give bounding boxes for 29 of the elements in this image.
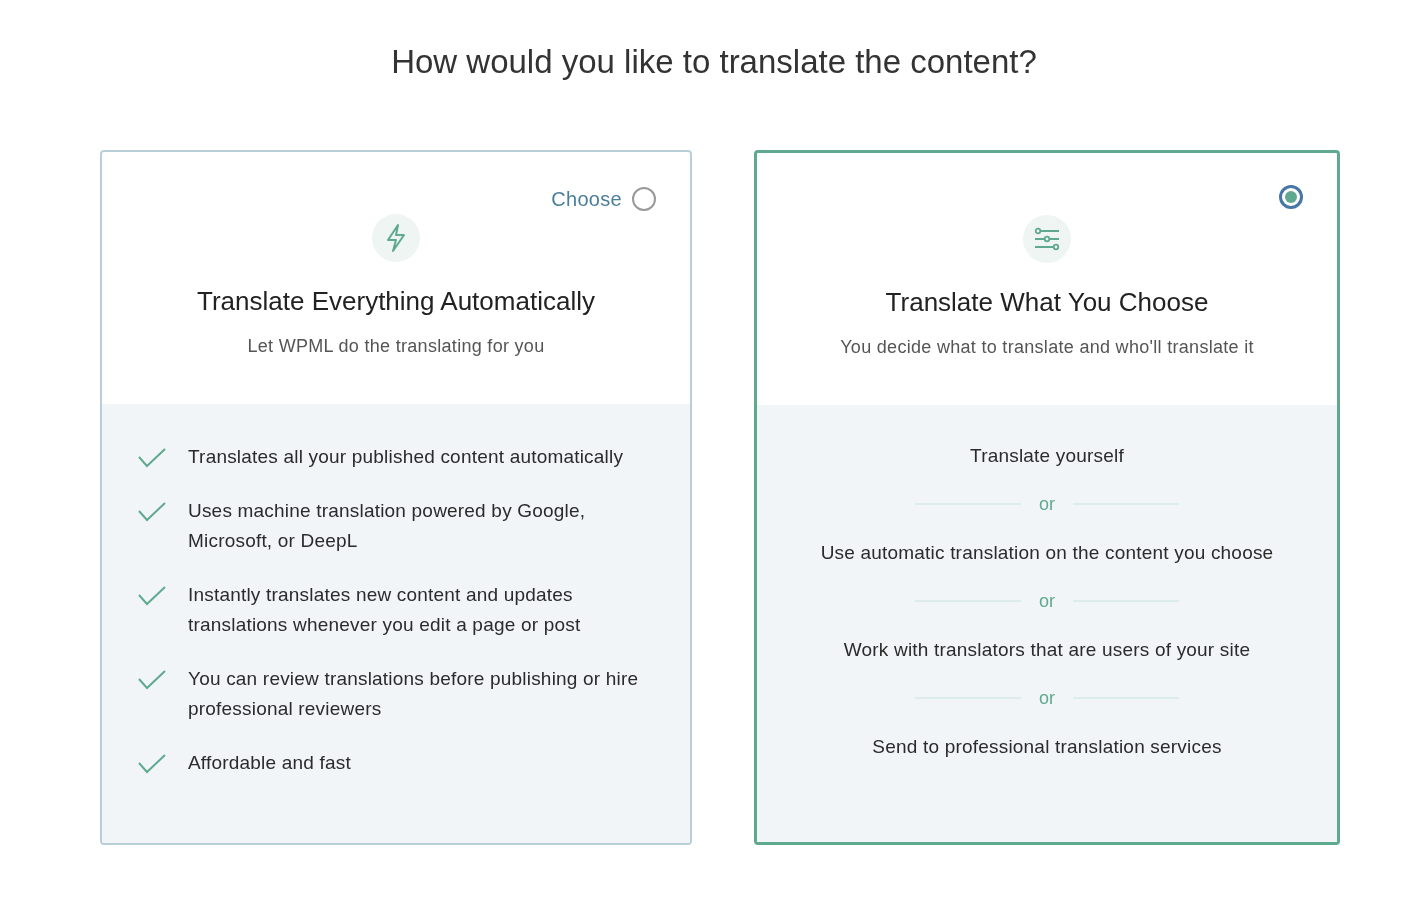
option-title: Translate What You Choose [885,285,1209,319]
check-icon [138,447,166,468]
option-title: Translate Everything Automatically [197,284,595,318]
method-text: Use automatic translation on the content you choose [820,540,1274,565]
radio-button[interactable] [632,186,656,211]
choose-label[interactable]: Choose [551,183,622,214]
check-icon [138,753,166,774]
feature-text: Uses machine translation powered by Google, Microsoft, or DeepL [188,498,587,553]
option-card[interactable] [754,149,1340,845]
option-subtitle: Let WPML do the translating for you [247,334,545,358]
or-separator: or [1039,589,1055,613]
method-text: Translate yourself [970,443,1124,468]
method-text: Work with translators that are users of your site [843,637,1251,662]
feature-text: You can review translations before publishing or hire professional reviewers [188,666,640,721]
feature-text: Affordable and fast [188,750,351,775]
option-card[interactable] [100,149,692,845]
radio-button[interactable] [1279,184,1303,209]
check-icon [138,585,166,606]
feature-text: Instantly translates new content and updates translations whenever you edit a page or post [188,582,582,637]
or-separator: or [1039,686,1055,710]
page-heading: How would you like to translate the content? [390,42,1038,82]
lightning-icon [385,222,407,253]
option-subtitle: You decide what to translate and who'll translate it [840,335,1254,359]
sliders-icon [1034,226,1060,251]
method-text: Send to professional translation services [872,734,1222,759]
or-separator: or [1039,492,1055,516]
check-icon [138,501,166,522]
feature-text: Translates all your published content automatically [188,444,624,469]
check-icon [138,669,166,690]
